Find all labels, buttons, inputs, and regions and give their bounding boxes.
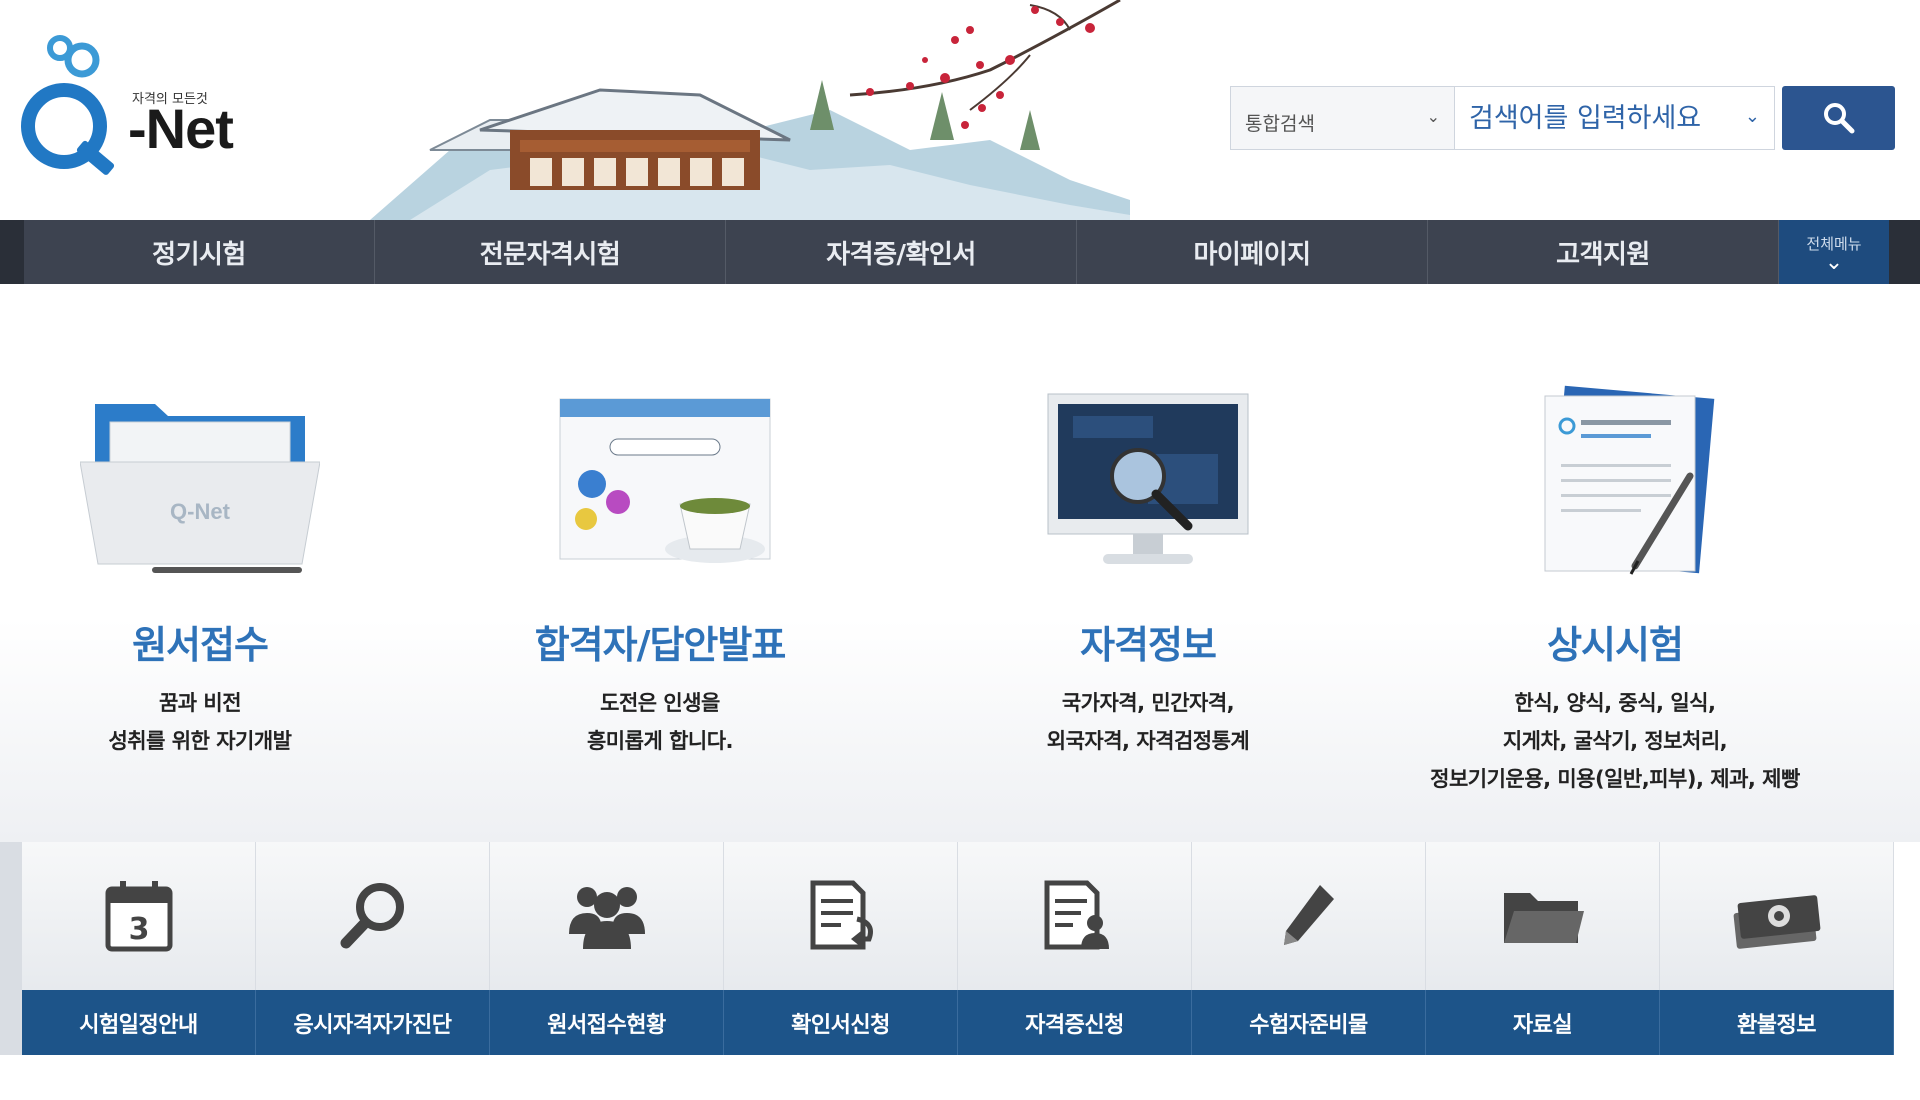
pencil-icon — [1283, 885, 1334, 945]
feature-desc-line: 도전은 인생을 — [600, 691, 720, 715]
feature-application[interactable]: Q-Net 원서접수 꿈과 비전 성취를 위한 자기개발 — [0, 284, 400, 842]
svg-text:Q-Net: Q-Net — [170, 499, 231, 524]
quick-label-exam-supplies[interactable]: 수험자준비물 — [1192, 990, 1426, 1055]
quick-menu: 3 시험일정안내 응시자격자가진단 원서접수현황 확인서신청 자격증신청 수험자… — [0, 842, 1920, 1055]
magnifier-icon — [340, 883, 404, 949]
qnet-logo[interactable]: 자격의 모든것 -Net — [20, 30, 240, 180]
quick-item-exam-supplies[interactable] — [1192, 842, 1426, 990]
folder-icon — [1503, 893, 1584, 943]
logo-text: -Net — [128, 97, 234, 160]
chevron-down-icon: ⌄ — [1426, 107, 1440, 126]
feature-desc-line: 한식, 양식, 중식, 일식, — [1514, 691, 1716, 715]
nav-item-professional-exam[interactable]: 전문자격시험 — [375, 220, 726, 284]
nav-item-customer-support[interactable]: 고객지원 — [1428, 220, 1779, 284]
hanok-winter-illustration — [370, 0, 1130, 220]
nav-item-mypage[interactable]: 마이페이지 — [1077, 220, 1428, 284]
feature-description: 도전은 인생을 흥미롭게 합니다. — [460, 684, 860, 760]
feature-ondemand-exam[interactable]: 상시시험 한식, 양식, 중식, 일식, 지게차, 굴삭기, 정보처리, 정보기… — [1415, 284, 1815, 842]
feature-title: 원서접수 — [132, 623, 269, 667]
feature-desc-line: 정보기기운용, 미용(일반,피부), 제과, 제빵 — [1430, 767, 1800, 791]
all-menu-button[interactable]: 전체메뉴 ⌄ — [1779, 220, 1889, 284]
search-input-wrapper: ⌄ — [1455, 86, 1775, 150]
feature-desc-line: 외국자격, 자격검정통계 — [1046, 729, 1250, 753]
search-input[interactable] — [1455, 87, 1774, 149]
search-type-label: 통합검색 — [1245, 113, 1315, 135]
quick-item-data-room[interactable] — [1426, 842, 1660, 990]
feature-desc-line: 꿈과 비전 — [158, 691, 242, 715]
people-group-icon — [568, 887, 645, 949]
feature-description: 한식, 양식, 중식, 일식, 지게차, 굴삭기, 정보처리, 정보기기운용, … — [1415, 684, 1815, 798]
feature-desc-line: 지게차, 굴삭기, 정보처리, — [1502, 729, 1728, 753]
search-icon — [1823, 103, 1854, 134]
document-user-icon — [1044, 880, 1109, 950]
quick-item-confirmation-request[interactable] — [724, 842, 958, 990]
feature-title: 자격정보 — [1080, 623, 1217, 667]
header: 자격의 모든것 -Net 통합검색 ⌄ 검색어를 입력하세요 ⌄ — [0, 0, 1920, 220]
nav-left-edge — [0, 220, 24, 284]
quick-label-exam-schedule[interactable]: 시험일정안내 — [22, 990, 256, 1055]
search-type-select[interactable]: 통합검색 ⌄ — [1230, 86, 1455, 150]
quick-menu-left-edge — [0, 842, 22, 1055]
nav-right-edge — [1889, 220, 1920, 284]
feature-section: Q-Net 원서접수 꿈과 비전 성취를 위한 자기개발 합격자/답안발표 도전… — [0, 284, 1920, 842]
chevron-down-icon: ⌄ — [1824, 249, 1844, 275]
quick-item-certificate-request[interactable] — [958, 842, 1192, 990]
quick-label-refund-info[interactable]: 환불정보 — [1660, 990, 1894, 1055]
feature-title: 합격자/답안발표 — [534, 623, 787, 667]
quick-menu-labels: 시험일정안내 응시자격자가진단 원서접수현황 확인서신청 자격증신청 수험자준비… — [0, 990, 1920, 1055]
feature-title: 상시시험 — [1547, 623, 1684, 667]
search-bar: 통합검색 ⌄ ⌄ — [1230, 86, 1895, 150]
document-return-icon — [810, 880, 873, 950]
folder-illustration-icon: Q-Net — [79, 384, 321, 584]
browser-window-illustration-icon — [540, 384, 780, 584]
quick-label-application-status[interactable]: 원서접수현황 — [490, 990, 724, 1055]
feature-results[interactable]: 합격자/답안발표 도전은 인생을 흥미롭게 합니다. — [460, 284, 860, 842]
quick-label-eligibility[interactable]: 응시자격자가진단 — [256, 990, 490, 1055]
nav-item-regular-exam[interactable]: 정기시험 — [24, 220, 375, 284]
feature-description: 꿈과 비전 성취를 위한 자기개발 — [0, 684, 400, 760]
calendar-icon: 3 — [105, 881, 172, 952]
monitor-magnifier-illustration-icon — [1028, 384, 1268, 584]
quick-menu-icons: 3 — [0, 842, 1920, 990]
money-icon — [1733, 895, 1820, 949]
search-button[interactable] — [1782, 86, 1895, 150]
feature-desc-line: 성취를 위한 자기개발 — [108, 729, 292, 753]
document-pen-illustration-icon — [1495, 384, 1735, 584]
quick-label-confirmation-request[interactable]: 확인서신청 — [724, 990, 958, 1055]
main-navigation: 정기시험 전문자격시험 자격증/확인서 마이페이지 고객지원 전체메뉴 ⌄ — [0, 220, 1920, 284]
quick-item-application-status[interactable] — [490, 842, 724, 990]
quick-item-refund-info[interactable] — [1660, 842, 1894, 990]
feature-certification-info[interactable]: 자격정보 국가자격, 민간자격, 외국자격, 자격검정통계 — [948, 284, 1348, 842]
chevron-down-icon[interactable]: ⌄ — [1745, 106, 1760, 127]
quick-label-data-room[interactable]: 자료실 — [1426, 990, 1660, 1055]
nav-item-certificate[interactable]: 자격증/확인서 — [726, 220, 1077, 284]
quick-item-eligibility[interactable] — [256, 842, 490, 990]
feature-desc-line: 국가자격, 민간자격, — [1061, 691, 1235, 715]
quick-item-exam-schedule[interactable]: 3 — [22, 842, 256, 990]
calendar-day: 3 — [128, 912, 149, 947]
feature-desc-line: 흥미롭게 합니다. — [586, 729, 734, 753]
quick-menu-right-edge — [1894, 842, 1920, 1055]
feature-description: 국가자격, 민간자격, 외국자격, 자격검정통계 — [948, 684, 1348, 760]
quick-label-certificate-request[interactable]: 자격증신청 — [958, 990, 1192, 1055]
